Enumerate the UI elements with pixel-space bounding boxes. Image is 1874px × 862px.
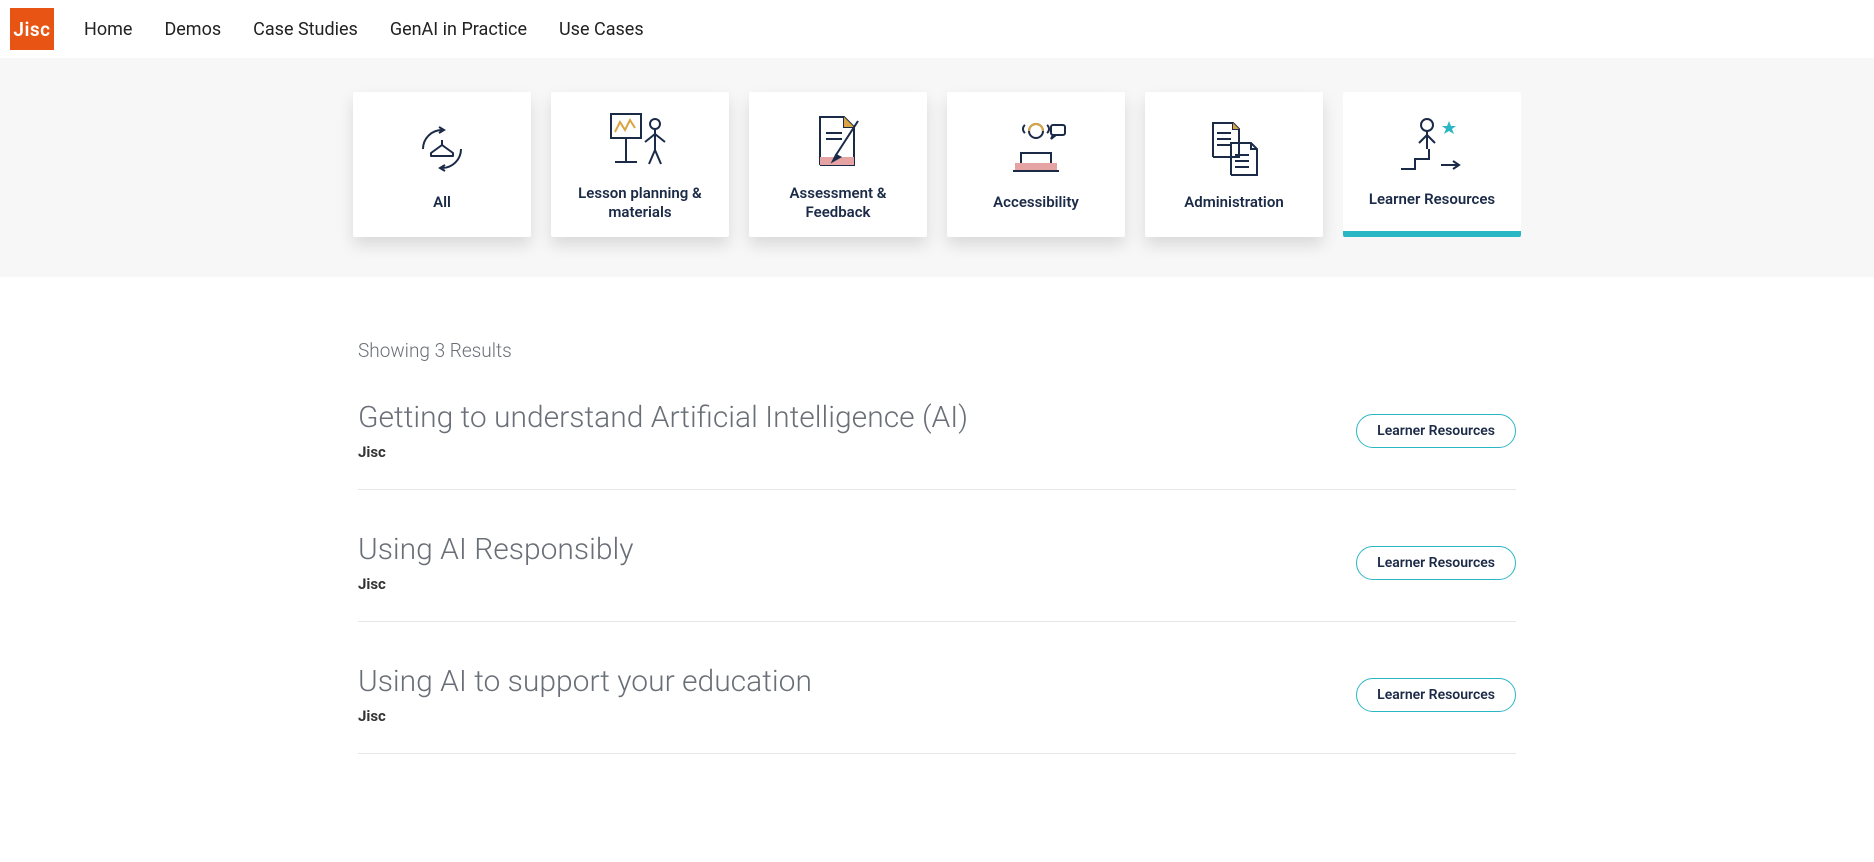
filter-label: Administration bbox=[1184, 193, 1283, 212]
assessment-icon bbox=[808, 108, 868, 172]
filter-card-learner-resources[interactable]: Learner Resources bbox=[1343, 92, 1521, 237]
result-tag[interactable]: Learner Resources bbox=[1356, 678, 1516, 712]
filter-label: All bbox=[433, 193, 451, 212]
filter-label: Assessment & Feedback bbox=[757, 184, 919, 222]
result-tag[interactable]: Learner Resources bbox=[1356, 546, 1516, 580]
filter-strip: All Lesson planning & materials bbox=[0, 58, 1874, 277]
result-source: Jisc bbox=[358, 575, 634, 593]
result-source: Jisc bbox=[358, 443, 968, 461]
filter-card-assessment[interactable]: Assessment & Feedback bbox=[749, 92, 927, 237]
all-icon bbox=[411, 117, 473, 181]
accessibility-icon bbox=[1001, 117, 1071, 181]
nav-use-cases[interactable]: Use Cases bbox=[559, 19, 644, 40]
site-header: Jisc Home Demos Case Studies GenAI in Pr… bbox=[0, 0, 1874, 58]
result-title[interactable]: Getting to understand Artificial Intelli… bbox=[358, 400, 968, 435]
filter-label: Lesson planning & materials bbox=[559, 184, 721, 222]
learner-icon bbox=[1397, 114, 1467, 178]
result-title[interactable]: Using AI Responsibly bbox=[358, 532, 634, 567]
result-tag[interactable]: Learner Resources bbox=[1356, 414, 1516, 448]
primary-nav: Home Demos Case Studies GenAI in Practic… bbox=[84, 19, 644, 40]
jisc-logo[interactable]: Jisc bbox=[10, 8, 54, 50]
filter-card-all[interactable]: All bbox=[353, 92, 531, 237]
filter-label: Learner Resources bbox=[1369, 190, 1495, 209]
filter-card-lesson-planning[interactable]: Lesson planning & materials bbox=[551, 92, 729, 237]
nav-case-studies[interactable]: Case Studies bbox=[253, 19, 358, 40]
result-source: Jisc bbox=[358, 707, 812, 725]
result-title[interactable]: Using AI to support your education bbox=[358, 664, 812, 699]
lesson-icon bbox=[605, 108, 675, 172]
nav-demos[interactable]: Demos bbox=[164, 19, 221, 40]
filter-label: Accessibility bbox=[993, 193, 1079, 212]
result-item: Getting to understand Artificial Intelli… bbox=[358, 400, 1516, 490]
nav-genai-practice[interactable]: GenAI in Practice bbox=[390, 19, 527, 40]
filter-card-administration[interactable]: Administration bbox=[1145, 92, 1323, 237]
results-area: Showing 3 Results Getting to understand … bbox=[358, 277, 1516, 836]
administration-icon bbox=[1199, 117, 1269, 181]
filter-card-accessibility[interactable]: Accessibility bbox=[947, 92, 1125, 237]
jisc-logo-text: Jisc bbox=[13, 18, 50, 41]
results-count: Showing 3 Results bbox=[358, 339, 1516, 362]
result-item: Using AI Responsibly Jisc Learner Resour… bbox=[358, 532, 1516, 622]
result-item: Using AI to support your education Jisc … bbox=[358, 664, 1516, 754]
nav-home[interactable]: Home bbox=[84, 19, 132, 40]
